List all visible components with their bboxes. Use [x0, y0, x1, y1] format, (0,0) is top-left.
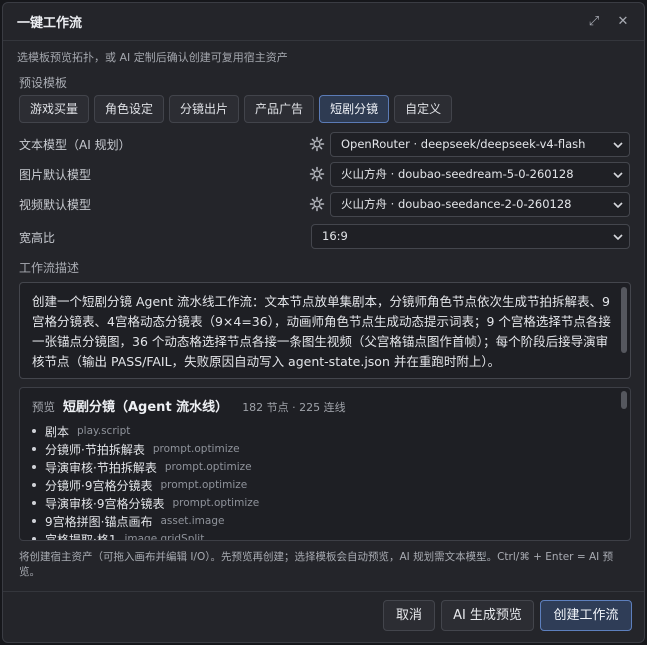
preset-short-drama[interactable]: 短剧分镜	[319, 95, 390, 123]
description-textarea[interactable]: 创建一个短剧分镜 Agent 流水线工作流：文本节点放单集剧本，分镜师角色节点依…	[19, 282, 631, 379]
list-item: 导演审核·节拍拆解表 prompt.optimize	[32, 458, 620, 476]
image-model-select[interactable]: 火山方舟 · doubao-seedream-5-0-260128	[330, 162, 630, 187]
chevron-down-icon	[613, 202, 623, 209]
preset-storyboard-film[interactable]: 分镜出片	[169, 95, 240, 123]
list-item: 剧本 play.script	[32, 422, 620, 440]
text-model-label: 文本模型（AI 规划）	[19, 138, 131, 152]
list-item: 宫格提取·格1 image.gridSplit	[32, 530, 620, 540]
chevron-down-icon	[613, 172, 623, 179]
preset-custom[interactable]: 自定义	[394, 95, 453, 123]
aspect-value: 16:9	[322, 229, 348, 243]
dialog-title: 一键工作流	[17, 16, 83, 31]
workflow-dialog: 一键工作流 ⤢ ✕ 选模板预览拓扑，或 AI 定制后确认创建可复用宿主资产 预设…	[2, 2, 645, 643]
image-model-label: 图片默认模型	[19, 168, 92, 182]
gear-icon[interactable]	[309, 136, 325, 152]
chevron-down-icon	[613, 142, 623, 149]
text-model-select[interactable]: OpenRouter · deepseek/deepseek-v4-flash	[330, 132, 630, 157]
preset-character[interactable]: 角色设定	[94, 95, 165, 123]
preset-game-ads[interactable]: 游戏买量	[19, 95, 90, 123]
description-text: 创建一个短剧分镜 Agent 流水线工作流：文本节点放单集剧本，分镜师角色节点依…	[32, 294, 611, 369]
list-item: 导演审核·9宫格分镜表 prompt.optimize	[32, 494, 620, 512]
close-icon[interactable]: ✕	[614, 13, 632, 31]
video-model-select[interactable]: 火山方舟 · doubao-seedance-2-0-260128	[330, 192, 630, 217]
footnote: 将创建宿主资产（可拖入画布并编辑 I/O）。先预览再创建；选择模板会自动预览，A…	[19, 551, 614, 578]
image-model-value: 火山方舟 · doubao-seedream-5-0-260128	[341, 167, 574, 181]
preview-count: 182 节点 · 225 连线	[242, 401, 346, 414]
preview-node-list: 剧本 play.script 分镜师·节拍拆解表 prompt.optimize 导…	[32, 422, 620, 540]
description-label: 工作流描述	[19, 261, 80, 275]
preview-scrollbar[interactable]	[621, 391, 627, 409]
presets-label: 预设模板	[19, 76, 68, 90]
aspect-select[interactable]: 16:9	[311, 224, 630, 249]
dialog-titlebar: 一键工作流 ⤢ ✕	[3, 3, 644, 41]
footer-divider	[3, 591, 644, 592]
description-scrollbar[interactable]	[621, 287, 627, 353]
cancel-button[interactable]: 取消	[383, 600, 435, 631]
preview-label: 预览	[32, 400, 55, 414]
dialog-subtitle: 选模板预览拓扑，或 AI 定制后确认创建可复用宿主资产	[17, 51, 288, 64]
gear-icon[interactable]	[309, 196, 325, 212]
create-workflow-button[interactable]: 创建工作流	[540, 600, 632, 631]
text-model-value: OpenRouter · deepseek/deepseek-v4-flash	[341, 137, 586, 151]
list-item: 分镜师·9宫格分镜表 prompt.optimize	[32, 476, 620, 494]
preset-group: 游戏买量 角色设定 分镜出片 产品广告 短剧分镜 自定义	[19, 95, 457, 123]
preset-product-ad[interactable]: 产品广告	[244, 95, 315, 123]
list-item: 9宫格拼图·锚点画布 asset.image	[32, 512, 620, 530]
expand-icon[interactable]: ⤢	[585, 13, 603, 31]
preview-name: 短剧分镜（Agent 流水线）	[63, 400, 229, 415]
chevron-down-icon	[613, 234, 623, 241]
list-item: 分镜师·节拍拆解表 prompt.optimize	[32, 440, 620, 458]
aspect-label: 宽高比	[19, 231, 56, 245]
preview-panel: 预览 短剧分镜（Agent 流水线） 182 节点 · 225 连线 剧本 pla…	[19, 387, 631, 541]
gear-icon[interactable]	[309, 166, 325, 182]
video-model-label: 视频默认模型	[19, 198, 92, 212]
preview-header: 预览 短剧分镜（Agent 流水线） 182 节点 · 225 连线	[32, 396, 620, 418]
ai-preview-button[interactable]: AI 生成预览	[441, 600, 534, 631]
video-model-value: 火山方舟 · doubao-seedance-2-0-260128	[341, 197, 572, 211]
